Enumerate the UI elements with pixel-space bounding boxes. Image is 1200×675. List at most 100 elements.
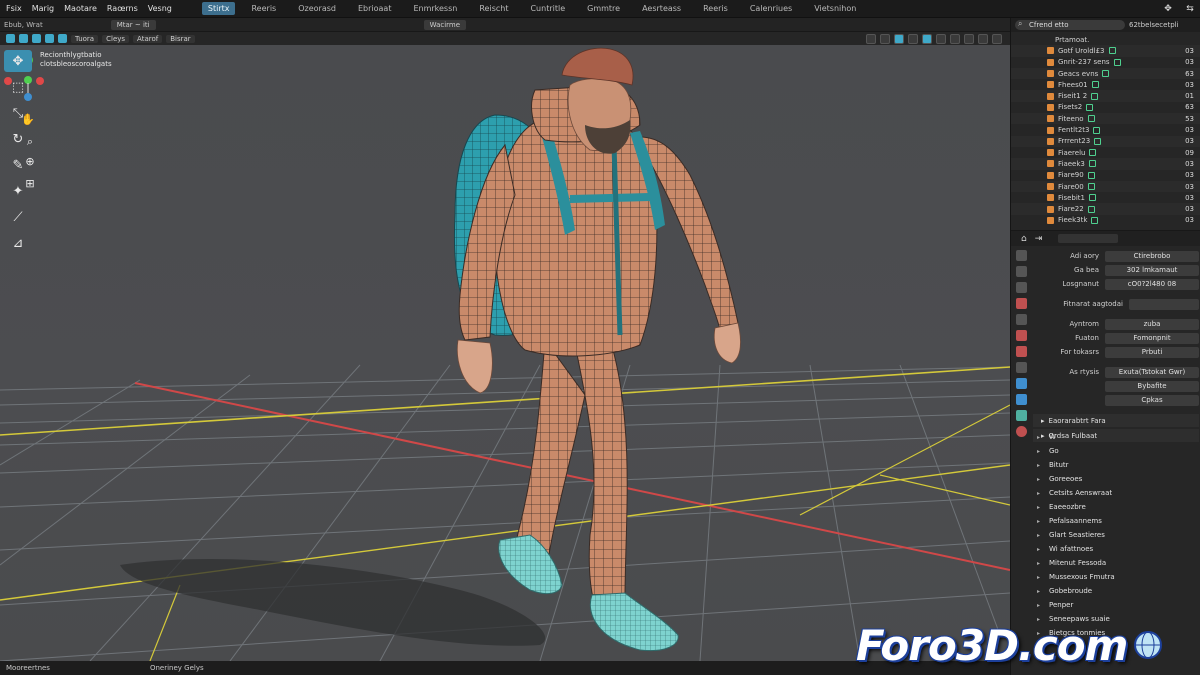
toolbar-toggle-5[interactable] bbox=[58, 34, 67, 43]
menu-item-file[interactable]: Fsix bbox=[6, 4, 22, 13]
tree-item[interactable]: ▸ Go bbox=[1029, 444, 1199, 458]
property-value[interactable]: Fomonpnit bbox=[1105, 332, 1199, 344]
tree-item[interactable]: ▸ Mussexous Fmutra bbox=[1029, 570, 1199, 584]
link-icon[interactable]: ⇥ bbox=[1035, 234, 1043, 244]
tree-item[interactable]: ▸ Goreeoes bbox=[1029, 472, 1199, 486]
display-button-10[interactable] bbox=[992, 33, 1002, 44]
outliner-row[interactable]: Frrrent23 03 bbox=[1011, 135, 1200, 147]
property-value[interactable]: Bybafite bbox=[1105, 380, 1199, 392]
outliner-row[interactable]: Fiteeno 53 bbox=[1011, 113, 1200, 125]
menu-item-modifier[interactable]: Maotare bbox=[64, 4, 97, 13]
scale-icon[interactable]: ✦ bbox=[4, 180, 32, 202]
outliner-search-input[interactable]: Cfrend etto bbox=[1015, 19, 1125, 30]
toolbar-label-0[interactable]: Tuora bbox=[71, 34, 99, 43]
cursor-icon[interactable]: ⤡ bbox=[4, 102, 32, 124]
property-value[interactable]: cO0?2l480 08 bbox=[1105, 278, 1199, 290]
tab-1[interactable]: Reeris bbox=[245, 2, 282, 15]
property-value[interactable]: Prbuti bbox=[1105, 346, 1199, 358]
tree-item[interactable]: ▸ Pefalsaannems bbox=[1029, 514, 1199, 528]
scene-tab-icon[interactable] bbox=[1015, 298, 1027, 309]
viewport-mode-dropdown[interactable]: Mtar ~ iti bbox=[110, 19, 156, 30]
display-button-6[interactable] bbox=[936, 33, 946, 44]
outliner-row[interactable]: Geacs evns 63 bbox=[1011, 67, 1200, 80]
outliner-row[interactable]: Fiaerelu 09 bbox=[1011, 147, 1200, 158]
tool-tab-icon[interactable] bbox=[1015, 250, 1027, 261]
tab-2[interactable]: Ozeorasd bbox=[292, 2, 342, 15]
tab-7[interactable]: Gmmtre bbox=[581, 2, 626, 15]
toolbar-toggle-2[interactable] bbox=[19, 34, 28, 43]
display-button-1[interactable] bbox=[866, 33, 876, 44]
toolbar-label-2[interactable]: Atarof bbox=[133, 34, 163, 43]
measure-icon[interactable]: ⊿ bbox=[4, 232, 32, 254]
toolbar-toggle-4[interactable] bbox=[45, 34, 54, 43]
brush-icon[interactable]: ✎ bbox=[4, 154, 32, 176]
pin-icon[interactable]: ⌂ bbox=[1021, 234, 1027, 244]
display-button-5[interactable] bbox=[922, 33, 932, 44]
outliner-row[interactable]: Fisets2 63 bbox=[1011, 102, 1200, 113]
outliner-row[interactable]: Gotf Uroldl£3 03 bbox=[1011, 45, 1200, 57]
menu-item-view[interactable]: Vesng bbox=[148, 4, 172, 13]
property-value[interactable]: Ctirebrobo bbox=[1105, 250, 1199, 262]
scene-icon[interactable]: ✥ bbox=[1162, 4, 1174, 14]
tree-item[interactable]: ▸ Eaeeozbre bbox=[1029, 500, 1199, 514]
outliner-row[interactable]: Fieek3tk 03 bbox=[1011, 215, 1200, 226]
viewport-shading-dropdown[interactable]: Wacirme bbox=[423, 19, 467, 30]
properties-search-input[interactable] bbox=[1058, 234, 1119, 244]
outliner-row[interactable]: Fhees01 03 bbox=[1011, 79, 1200, 90]
menu-item-render[interactable]: Raœrns bbox=[107, 4, 138, 13]
display-button-9[interactable] bbox=[978, 33, 988, 44]
data-tab-icon[interactable] bbox=[1015, 410, 1027, 421]
render-tab-icon[interactable] bbox=[1015, 266, 1027, 277]
material-tab-icon[interactable] bbox=[1015, 426, 1027, 437]
move-icon[interactable]: ✥ bbox=[4, 50, 32, 72]
object-tab-icon[interactable] bbox=[1015, 330, 1027, 341]
tree-item[interactable]: ▸ W bbox=[1029, 430, 1199, 444]
tab-10[interactable]: Calenriues bbox=[744, 2, 798, 15]
tab-0[interactable]: Stirtx bbox=[201, 2, 236, 15]
tree-item[interactable]: ▸ Penper bbox=[1029, 598, 1199, 612]
toolbar-label-3[interactable]: Bisrar bbox=[166, 34, 195, 43]
display-button-4[interactable] bbox=[908, 33, 918, 44]
outliner-row[interactable]: Fentlt2t3 03 bbox=[1011, 124, 1200, 135]
modifier-tab-icon[interactable] bbox=[1015, 346, 1027, 357]
menu-item-edit[interactable]: Marig bbox=[32, 4, 54, 13]
physics-tab-icon[interactable] bbox=[1015, 378, 1027, 389]
annotate-icon[interactable]: ⟋ bbox=[4, 206, 32, 228]
display-button-8[interactable] bbox=[964, 33, 974, 44]
world-tab-icon[interactable] bbox=[1015, 314, 1027, 325]
outliner-row[interactable]: Gnrit-237 sens 03 bbox=[1011, 57, 1200, 68]
tree-item[interactable]: ▸ Wi afattnoes bbox=[1029, 542, 1199, 556]
outliner-row[interactable]: Fisebit1 03 bbox=[1011, 192, 1200, 203]
rotate-icon[interactable]: ↻ bbox=[4, 128, 32, 150]
tree-item[interactable]: ▸ Gobebroude bbox=[1029, 584, 1199, 598]
tree-item[interactable]: ▸ Glart Seastieres bbox=[1029, 528, 1199, 542]
outliner-row[interactable]: Fiseit1 2 01 bbox=[1011, 90, 1200, 102]
constraints-tab-icon[interactable] bbox=[1015, 394, 1027, 405]
output-tab-icon[interactable] bbox=[1015, 282, 1027, 293]
outliner-row[interactable]: Fiare90 03 bbox=[1011, 170, 1200, 181]
properties-section[interactable]: ▸ Eaorarabtrt Fara bbox=[1033, 414, 1199, 427]
outliner-root[interactable]: Prtamoat. bbox=[1011, 34, 1200, 45]
display-button-7[interactable] bbox=[950, 33, 960, 44]
property-value[interactable]: Exuta(Tstokat Gwr) bbox=[1105, 366, 1199, 378]
tree-item[interactable]: ▸ Mitenut Fessoda bbox=[1029, 556, 1199, 570]
outliner-row[interactable]: Fiare22 03 bbox=[1011, 203, 1200, 215]
property-value[interactable] bbox=[1129, 298, 1199, 310]
toolbar-toggle-1[interactable] bbox=[6, 34, 15, 43]
tab-11[interactable]: Vietsnihon bbox=[808, 2, 862, 15]
3d-viewport[interactable]: Recionthlygtbatio clotsbleoscoroalgats ✋… bbox=[0, 45, 1010, 661]
display-button-3[interactable] bbox=[894, 33, 904, 44]
property-value[interactable]: Cpkas bbox=[1105, 394, 1199, 406]
share-icon[interactable]: ⇆ bbox=[1184, 4, 1196, 14]
viewport-editor-type[interactable]: Ebub, Wrat bbox=[4, 21, 43, 29]
tree-item[interactable]: ▸ Bitutr bbox=[1029, 458, 1199, 472]
property-value[interactable]: zuba bbox=[1105, 318, 1199, 330]
particles-tab-icon[interactable] bbox=[1015, 362, 1027, 373]
outliner-row[interactable]: Fiaeek3 03 bbox=[1011, 158, 1200, 170]
outliner-row[interactable]: Fiare00 03 bbox=[1011, 180, 1200, 193]
toolbar-toggle-3[interactable] bbox=[32, 34, 41, 43]
display-button-2[interactable] bbox=[880, 33, 890, 44]
tab-3[interactable]: Ebrioaat bbox=[352, 2, 397, 15]
tab-6[interactable]: Cuntritle bbox=[524, 2, 571, 15]
tab-4[interactable]: Enmrkessn bbox=[407, 2, 463, 15]
